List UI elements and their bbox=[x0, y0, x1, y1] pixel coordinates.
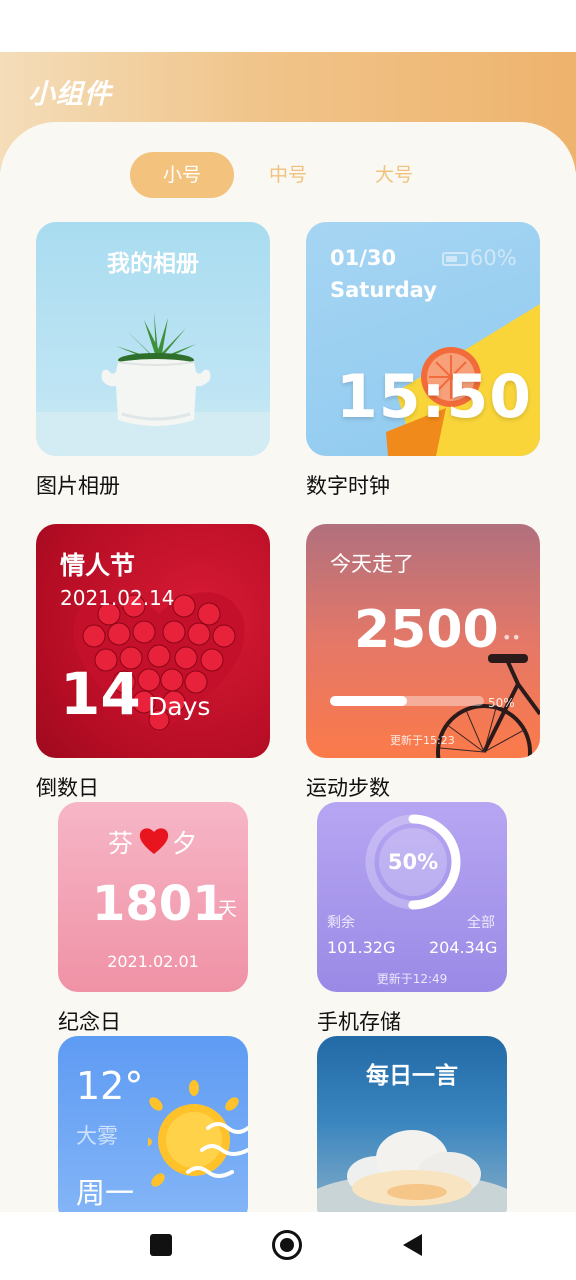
widget-panel: 小号 中号 大号 我的相册 图片相册 01/30 Saturday 60% 15… bbox=[0, 122, 576, 1212]
weather-temp: 12° bbox=[76, 1064, 144, 1108]
steps-progress-bar bbox=[330, 696, 484, 706]
battery-icon bbox=[442, 252, 468, 266]
status-bar bbox=[0, 0, 576, 52]
anniversary-name-left: 芬 bbox=[108, 829, 134, 858]
clock-weekday: Saturday bbox=[330, 278, 437, 302]
storage-remaining: 101.32G bbox=[327, 938, 396, 957]
weather-widget[interactable]: 12° 大雾 周一 bbox=[58, 1036, 248, 1212]
anniversary-unit: 天 bbox=[218, 898, 238, 920]
countdown-widget[interactable]: 情人节 2021.02.14 14 Days bbox=[36, 524, 270, 758]
storage-percent: 50% bbox=[387, 850, 439, 874]
size-tabs: 小号 中号 大号 bbox=[130, 152, 446, 198]
countdown-caption: 倒数日 bbox=[36, 776, 99, 800]
weather-condition: 大雾 bbox=[76, 1124, 118, 1148]
page-title: 小组件 bbox=[28, 79, 112, 110]
cloud-image bbox=[317, 1130, 507, 1212]
plant-pot-image bbox=[101, 312, 211, 426]
battery-percent: 60% bbox=[470, 246, 517, 270]
anniversary-name-right: 夕 bbox=[172, 829, 198, 858]
steps-widget[interactable]: 今天走了 2500 •• 50% 更新于15:23 bbox=[306, 524, 540, 758]
anniversary-days: 1801 bbox=[92, 876, 226, 932]
tab-large[interactable]: 大号 bbox=[342, 152, 446, 198]
back-icon[interactable] bbox=[400, 1232, 424, 1258]
storage-caption: 手机存储 bbox=[317, 1010, 401, 1034]
storage-total-label: 全部 bbox=[467, 915, 495, 931]
heart-icon bbox=[139, 828, 169, 854]
clock-widget[interactable]: 01/30 Saturday 60% 15:50 bbox=[306, 222, 540, 456]
tab-small[interactable]: 小号 bbox=[130, 152, 234, 198]
home-icon[interactable] bbox=[272, 1230, 302, 1260]
clock-caption: 数字时钟 bbox=[306, 474, 390, 498]
recent-apps-icon[interactable] bbox=[150, 1234, 172, 1256]
tab-medium[interactable]: 中号 bbox=[236, 152, 340, 198]
anniversary-caption: 纪念日 bbox=[58, 1010, 121, 1034]
footprint-icon: •• bbox=[502, 628, 521, 647]
navigation-bar bbox=[0, 1212, 576, 1280]
steps-progress-text: 50% bbox=[488, 696, 515, 710]
weather-day: 周一 bbox=[76, 1176, 135, 1210]
countdown-event: 情人节 bbox=[60, 551, 136, 580]
anniversary-date: 2021.02.01 bbox=[107, 952, 199, 971]
countdown-number: 14 bbox=[60, 660, 141, 728]
countdown-unit: Days bbox=[148, 692, 211, 721]
storage-updated: 更新于12:49 bbox=[376, 972, 448, 986]
storage-widget[interactable]: 50% 剩余 全部 101.32G 204.34G 更新于12:49 bbox=[317, 802, 507, 992]
storage-total: 204.34G bbox=[429, 938, 498, 957]
storage-remaining-label: 剩余 bbox=[327, 915, 355, 931]
album-widget[interactable]: 我的相册 bbox=[36, 222, 270, 456]
steps-count: 2500 bbox=[354, 600, 499, 660]
steps-label: 今天走了 bbox=[330, 552, 414, 576]
steps-updated: 更新于15:23 bbox=[390, 734, 455, 747]
clock-time: 15:50 bbox=[336, 362, 532, 432]
steps-caption: 运动步数 bbox=[306, 776, 390, 800]
album-caption: 图片相册 bbox=[36, 474, 120, 498]
clock-date: 01/30 bbox=[330, 246, 397, 270]
quote-widget[interactable]: 每日一言 bbox=[317, 1036, 507, 1212]
quote-title: 每日一言 bbox=[366, 1063, 458, 1089]
countdown-date: 2021.02.14 bbox=[60, 586, 175, 610]
anniversary-widget[interactable]: 芬 夕 1801 天 2021.02.01 bbox=[58, 802, 248, 992]
album-card-title: 我的相册 bbox=[107, 251, 199, 277]
sun-icon bbox=[148, 1080, 248, 1187]
